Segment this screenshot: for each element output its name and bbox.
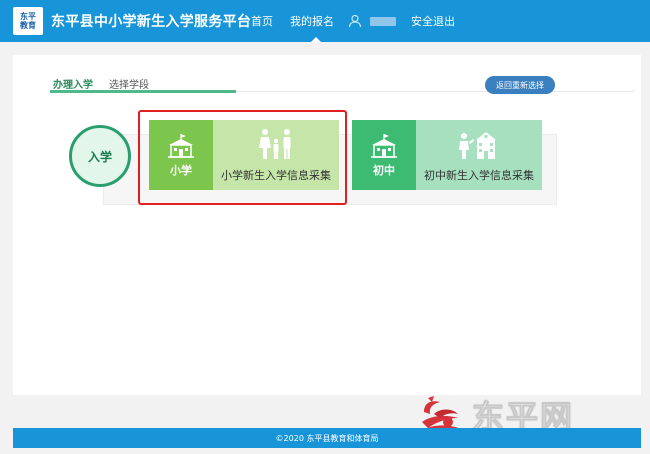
- logo-line-2: 教育: [20, 20, 36, 30]
- main-panel: 办理入学 选择学段 返回重新选择 入学 小学 小学新生入学信息采集 初中 初中新…: [13, 55, 641, 395]
- primary-school-tag-label: 小学: [170, 163, 192, 177]
- primary-school-tag: 小学: [149, 120, 213, 190]
- footer-bar: ©2020 东平县教育和体育局: [13, 428, 641, 448]
- school-building-icon: [369, 133, 399, 162]
- top-bar: 东平 教育 东平县中小学新生入学服务平台 首页 我的报名 安全退出: [0, 0, 650, 42]
- tab-active-underline: [50, 90, 236, 93]
- junior-high-tag: 初中: [352, 120, 416, 190]
- username-redacted: [370, 16, 396, 26]
- footer-copyright: ©2020 东平县教育和体育局: [275, 433, 379, 443]
- logout-link[interactable]: 安全退出: [411, 0, 455, 42]
- junior-high-card-body: 初中新生入学信息采集: [416, 120, 542, 190]
- junior-high-card[interactable]: 初中 初中新生入学信息采集: [352, 120, 542, 190]
- school-building-icon: [166, 133, 196, 162]
- family-icon: [255, 128, 297, 163]
- junior-high-tag-label: 初中: [373, 163, 395, 177]
- tab-select-stage[interactable]: 选择学段: [109, 76, 149, 91]
- user-icon: [348, 14, 362, 28]
- primary-school-card-body: 小学新生入学信息采集: [213, 120, 339, 190]
- nav-user-account[interactable]: [348, 0, 396, 42]
- primary-school-card[interactable]: 小学 小学新生入学信息采集: [149, 120, 339, 190]
- enroll-circle-badge: 入学: [69, 125, 131, 187]
- site-logo[interactable]: 东平 教育: [13, 7, 43, 35]
- primary-school-card-title: 小学新生入学信息采集: [221, 168, 331, 182]
- site-title: 东平县中小学新生入学服务平台: [51, 14, 252, 30]
- student-school-icon: [456, 128, 502, 163]
- tab-enroll[interactable]: 办理入学: [53, 76, 93, 91]
- return-reselect-button[interactable]: 返回重新选择: [485, 76, 555, 94]
- nav-my-registration-link[interactable]: 我的报名: [290, 0, 334, 42]
- active-nav-indicator: [311, 37, 321, 42]
- junior-high-card-title: 初中新生入学信息采集: [424, 168, 534, 182]
- nav-home-link[interactable]: 首页: [251, 0, 273, 42]
- enroll-circle-label: 入学: [87, 149, 112, 164]
